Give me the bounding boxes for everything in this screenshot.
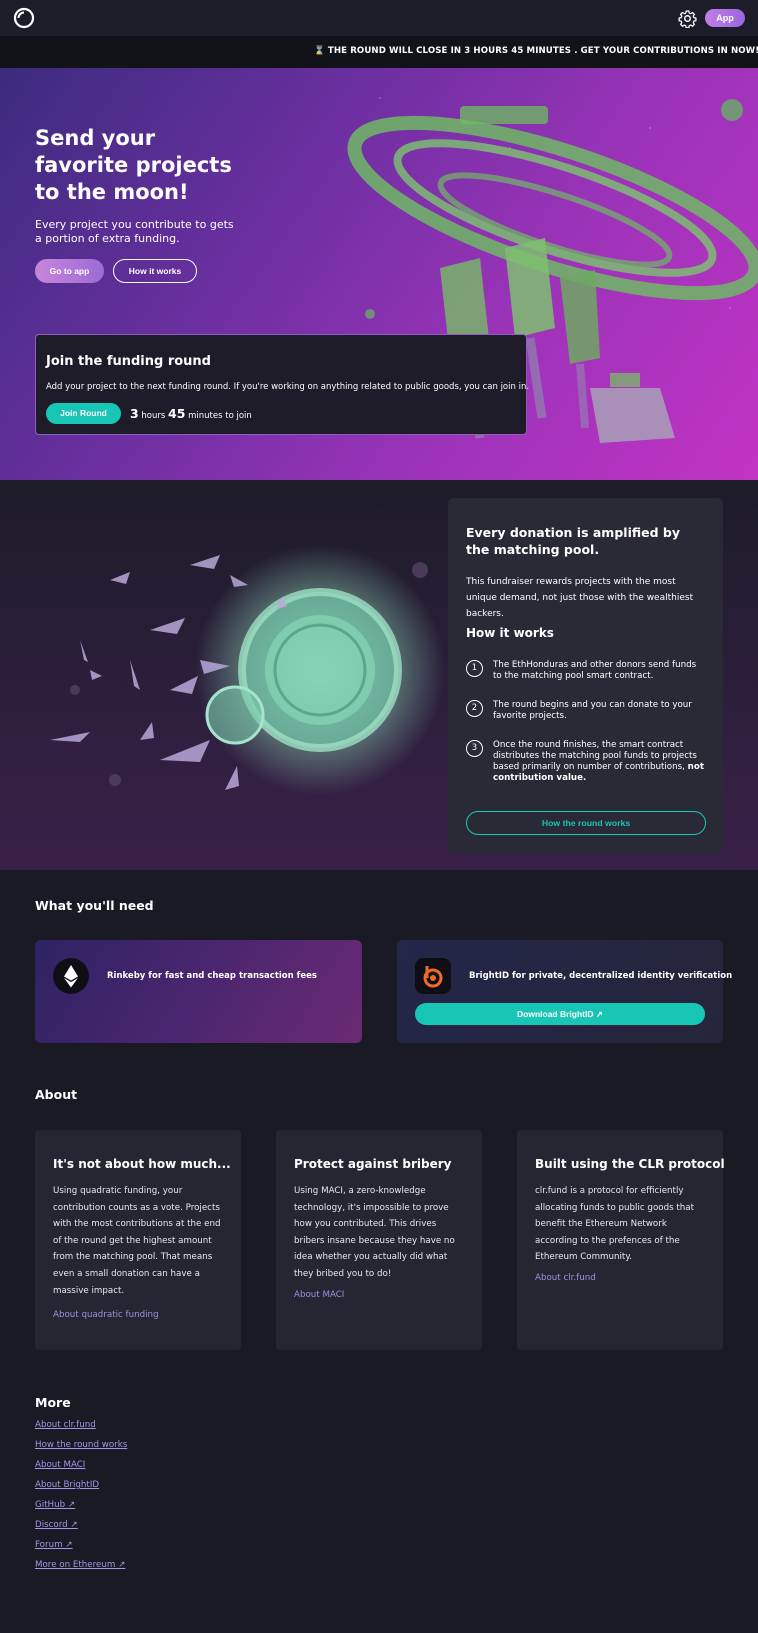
more-link-how-the-round-works[interactable]: How the round works — [35, 1440, 127, 1450]
rinkeby-text: Rinkeby for fast and cheap transaction f… — [107, 971, 317, 981]
about-card-quadratic: It's not about how much... Using quadrat… — [35, 1130, 241, 1350]
about-maci-link[interactable]: About MACI — [294, 1290, 344, 1300]
about-clrfund-link[interactable]: About clr.fund — [535, 1273, 596, 1283]
join-round-button[interactable]: Join Round — [46, 403, 121, 424]
hours-value: 3 — [130, 406, 139, 421]
gear-icon[interactable] — [678, 9, 697, 28]
clrfund-logo-icon[interactable] — [13, 7, 35, 29]
minutes-value: 45 — [168, 406, 186, 421]
about-card-title: It's not about how much... — [53, 1157, 231, 1171]
more-heading: More — [35, 1395, 71, 1410]
more-link-more-on-ethereum[interactable]: More on Ethereum ↗ — [35, 1560, 125, 1570]
hero-title: Send your favorite projects to the moon! — [35, 126, 232, 204]
join-countdown: 3 hours 45 minutes to join — [130, 406, 252, 421]
spaceship-fleet-illustration — [50, 545, 445, 795]
ethereum-icon — [53, 958, 89, 994]
step-number: 1 — [466, 660, 483, 677]
more-link-forum[interactable]: Forum ↗ — [35, 1540, 73, 1550]
hours-unit: hours — [141, 411, 166, 421]
step-text-main: Once the round finishes, the smart contr… — [493, 740, 697, 772]
top-nav: App — [0, 0, 758, 36]
step-text: Once the round finishes, the smart contr… — [493, 740, 705, 784]
brightid-text: BrightID for private, decentralized iden… — [469, 971, 733, 981]
step-text: The EthHonduras and other donors send fu… — [493, 660, 697, 681]
more-link-about-maci[interactable]: About MACI — [35, 1460, 85, 1470]
about-card-title: Protect against bribery — [294, 1157, 452, 1171]
minutes-unit: minutes to join — [188, 411, 252, 421]
about-card-text: Using quadratic funding, your contributi… — [53, 1186, 221, 1296]
join-card-text: Add your project to the next funding rou… — [46, 382, 530, 392]
hero-subtitle: Every project you contribute to gets a p… — [35, 218, 234, 245]
about-card-title: Built using the CLR protocol — [535, 1157, 725, 1171]
brightid-icon — [415, 958, 451, 994]
about-card-text: clr.fund is a protocol for efficiently a… — [535, 1186, 695, 1263]
more-link-about-brightid[interactable]: About BrightID — [35, 1480, 99, 1490]
about-heading: About — [35, 1087, 78, 1102]
step-number: 3 — [466, 740, 483, 757]
download-brightid-button[interactable]: Download BrightID ↗ — [415, 1003, 705, 1025]
about-card-clr: Built using the CLR protocol clr.fund is… — [517, 1130, 725, 1350]
rinkeby-card: Rinkeby for fast and cheap transaction f… — [35, 940, 362, 1043]
about-card-text: Using MACI, a zero-knowledge technology,… — [294, 1186, 455, 1279]
banner-text: ⌛ THE ROUND WILL CLOSE IN 3 HOURS 45 MIN… — [314, 46, 758, 56]
matching-pool-section: Every donation is amplified by the match… — [0, 480, 758, 870]
step-text: The round begins and you can donate to y… — [493, 700, 692, 721]
how-it-works-button[interactable]: How it works — [113, 259, 197, 283]
about-quadratic-funding-link[interactable]: About quadratic funding — [53, 1310, 159, 1320]
how-it-works-heading: How it works — [466, 626, 554, 640]
join-funding-round-card: Join the funding round Add your project … — [35, 334, 530, 435]
brightid-card: BrightID for private, decentralized iden… — [397, 940, 732, 1043]
more-link-github[interactable]: GitHub ↗ — [35, 1500, 75, 1510]
matching-pool-text: This fundraiser rewards projects with th… — [466, 577, 694, 619]
go-to-app-button[interactable]: Go to app — [35, 259, 104, 283]
join-card-title: Join the funding round — [46, 354, 211, 369]
step-number: 2 — [466, 700, 483, 717]
more-link-about-clrfund[interactable]: About clr.fund — [35, 1420, 96, 1430]
about-card-bribery: Protect against bribery Using MACI, a ze… — [276, 1130, 482, 1350]
round-closing-banner: ⌛ THE ROUND WILL CLOSE IN 3 HOURS 45 MIN… — [0, 36, 758, 68]
matching-pool-title: Every donation is amplified by the match… — [466, 525, 680, 557]
how-the-round-works-button[interactable]: How the round works — [466, 811, 706, 835]
app-button[interactable]: App — [705, 9, 745, 27]
matching-pool-card: Every donation is amplified by the match… — [448, 498, 723, 853]
what-you-need-heading: What you'll need — [35, 898, 154, 913]
more-link-discord[interactable]: Discord ↗ — [35, 1520, 78, 1530]
